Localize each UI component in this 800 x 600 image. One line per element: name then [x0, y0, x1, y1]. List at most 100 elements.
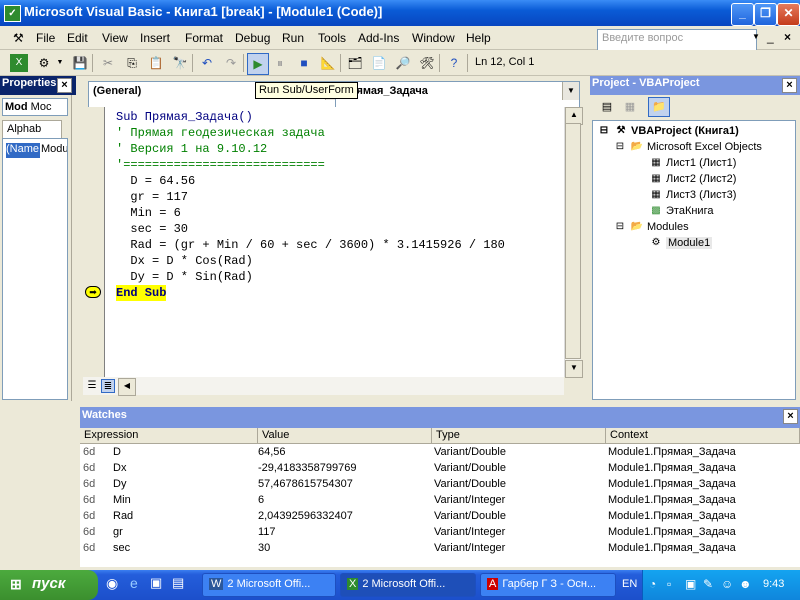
explorer-icon[interactable]: ▣ — [150, 575, 162, 591]
object-browser-icon[interactable]: 🔎 — [393, 53, 413, 73]
tab-alphabetic[interactable]: Alphab — [2, 120, 62, 138]
doc-minimize-icon[interactable]: _ — [767, 30, 774, 44]
code-editor[interactable]: Sub Прямая_Задача() ' Прямая геодезическ… — [104, 107, 564, 377]
code-horizontal-scrollbar[interactable]: ☰ ≣ ◀ — [83, 377, 564, 396]
project-close-icon[interactable]: × — [782, 78, 797, 93]
watch-expression[interactable]: sec — [113, 542, 130, 554]
watch-expression[interactable]: Rad — [113, 510, 133, 522]
show-desktop-icon[interactable]: ◉ — [106, 575, 118, 592]
tree-node-workbook[interactable]: ▩ ЭтаКнига — [649, 205, 713, 217]
code-line[interactable]: Min = 6 — [116, 205, 180, 221]
property-name-cell[interactable]: (Name — [6, 143, 40, 158]
col-context[interactable]: Context — [606, 428, 800, 444]
watch-expression[interactable]: gr — [113, 526, 123, 538]
watch-value[interactable]: 57,4678615754307 — [258, 478, 353, 490]
tree-node-sheet1[interactable]: ▦ Лист1 (Лист1) — [649, 157, 736, 169]
close-button[interactable]: ✕ — [777, 3, 800, 26]
save-icon[interactable]: 💾 — [70, 53, 90, 73]
ie-icon[interactable]: e — [130, 575, 138, 591]
code-line[interactable]: sec = 30 — [116, 221, 188, 237]
code-line[interactable]: Dx = D * Cos(Rad) — [116, 253, 252, 269]
code-line[interactable]: gr = 117 — [116, 189, 188, 205]
doc-close-icon[interactable]: × — [784, 30, 791, 44]
tray-save-icon[interactable]: ▫ — [667, 577, 671, 591]
tree-node-excel-objects[interactable]: ⊟ 📂 Microsoft Excel Objects — [613, 141, 762, 153]
insert-dropdown-icon[interactable]: ▼ — [50, 53, 70, 73]
watch-value[interactable]: 64,56 — [258, 446, 286, 458]
redo-icon[interactable]: ↷ — [221, 53, 241, 73]
tree-node-module1[interactable]: ⚙ Module1 — [649, 237, 713, 249]
help-icon[interactable]: ? — [444, 53, 464, 73]
scroll-thumb[interactable] — [565, 123, 581, 359]
tree-node-modules[interactable]: ⊟ 📂 Modules — [613, 221, 689, 233]
watch-value[interactable]: 2,04392596332407 — [258, 510, 353, 522]
scroll-down-icon[interactable]: ▼ — [565, 360, 583, 378]
tree-node-sheet2[interactable]: ▦ Лист2 (Лист2) — [649, 173, 736, 185]
view-code-icon[interactable]: ▤ — [598, 98, 616, 116]
code-line[interactable]: Rad = (gr + Min / 60 + sec / 3600) * 3.1… — [116, 237, 504, 253]
scroll-left-icon[interactable]: ◀ — [118, 378, 136, 396]
taskbar-item-pdf[interactable]: A Гарбер Г З - Осн... — [480, 573, 616, 597]
menu-edit[interactable]: Edit — [67, 31, 88, 45]
code-line[interactable]: '============================ — [116, 157, 325, 173]
tray-app-icon[interactable]: ◔ — [649, 577, 656, 591]
menu-format[interactable]: Format — [185, 31, 223, 45]
cut-icon[interactable]: ✂ — [98, 53, 118, 73]
full-module-view-icon[interactable]: ≣ — [101, 379, 115, 393]
menu-run[interactable]: Run — [282, 31, 304, 45]
watch-value[interactable]: 6 — [258, 494, 264, 506]
menu-help[interactable]: Help — [466, 31, 491, 45]
clock[interactable]: 9:43 — [763, 578, 784, 590]
tray-face-icon[interactable]: ☺ — [721, 577, 733, 591]
copy-icon[interactable]: ⎘ — [122, 53, 142, 73]
code-line[interactable]: Dy = D * Sin(Rad) — [116, 269, 252, 285]
watch-expression[interactable]: Dx — [113, 462, 126, 474]
tree-node-sheet3[interactable]: ▦ Лист3 (Лист3) — [649, 189, 736, 201]
break-icon[interactable]: ⏸ — [270, 53, 290, 73]
view-object-icon[interactable]: ▦ — [621, 98, 639, 116]
undo-icon[interactable]: ↶ — [197, 53, 217, 73]
restore-button[interactable]: ❐ — [754, 3, 777, 26]
tray-smile-icon[interactable]: ☻ — [739, 577, 752, 591]
code-line[interactable]: Sub Прямая_Задача() — [116, 109, 253, 125]
menu-addins[interactable]: Add-Ins — [358, 31, 399, 45]
menu-file[interactable]: File — [36, 31, 55, 45]
taskbar-item-office2[interactable]: X2 Microsoft Offi... — [340, 573, 476, 597]
watch-expression[interactable]: Min — [113, 494, 131, 506]
paste-icon[interactable]: 📋 — [146, 53, 166, 73]
menu-view[interactable]: View — [102, 31, 128, 45]
watches-close-icon[interactable]: × — [783, 409, 798, 424]
menu-window[interactable]: Window — [412, 31, 455, 45]
collapse-icon[interactable]: ⊟ — [613, 141, 627, 153]
collapse-icon[interactable]: ⊟ — [613, 221, 627, 233]
code-vertical-scrollbar[interactable]: ▲ ▼ — [564, 107, 583, 378]
chevron-down-icon[interactable]: ▼ — [562, 82, 579, 100]
design-mode-icon[interactable]: 📐 — [318, 53, 338, 73]
code-line[interactable]: D = 64.56 — [116, 173, 195, 189]
col-value[interactable]: Value — [258, 428, 432, 444]
current-line[interactable]: End Sub — [116, 285, 167, 301]
project-explorer-icon[interactable]: 🗂 — [345, 53, 365, 73]
collapse-icon[interactable]: ⊟ — [597, 125, 611, 137]
toggle-folders-icon[interactable]: 📁 — [648, 97, 670, 117]
menu-tools[interactable]: Tools — [318, 31, 346, 45]
col-type[interactable]: Type — [432, 428, 606, 444]
properties-window-icon[interactable]: 📄 — [369, 53, 389, 73]
tray-network-icon[interactable]: ▣ — [685, 577, 696, 591]
watch-value[interactable]: 117 — [258, 526, 276, 538]
minimize-button[interactable]: _ — [731, 3, 754, 26]
code-window-icon[interactable]: ⚒ — [13, 31, 24, 45]
code-line[interactable]: ' Прямая геодезическая задача — [116, 125, 325, 141]
watch-value[interactable]: 30 — [258, 542, 270, 554]
tree-node-vbaproject[interactable]: ⊟ ⚒ VBAProject (Книга1) — [597, 125, 739, 137]
code-margin[interactable]: ➡ — [83, 107, 104, 377]
watch-expression[interactable]: Dy — [113, 478, 126, 490]
vb-app-icon[interactable]: ✓ — [4, 5, 21, 22]
view-excel-icon[interactable]: X — [10, 54, 28, 72]
properties-close-icon[interactable]: × — [57, 78, 72, 93]
procedure-combo[interactable]: Прямая_Задача ▼ — [335, 81, 580, 109]
help-dropdown-icon[interactable]: ▼ — [752, 32, 760, 41]
watch-value[interactable]: -29,4183358799769 — [258, 462, 356, 474]
taskbar-item-office1[interactable]: W2 Microsoft Offi... — [202, 573, 336, 597]
find-icon[interactable]: 🔭 — [170, 53, 190, 73]
